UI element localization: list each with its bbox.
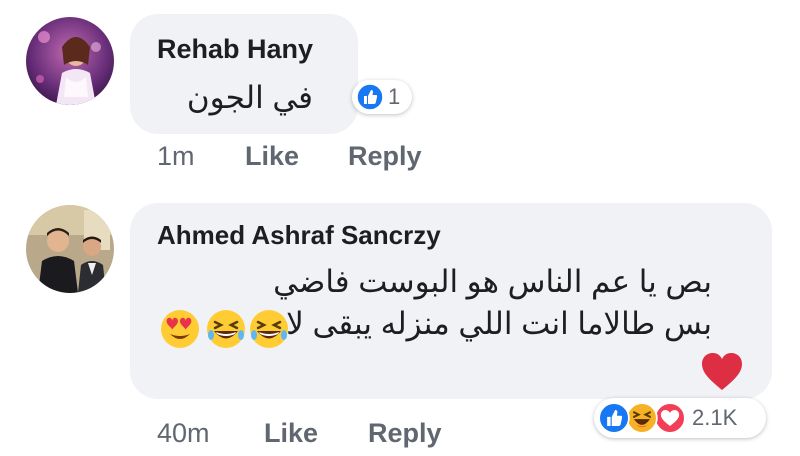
reaction-count-1: 1: [388, 84, 401, 109]
reaction-summary-1[interactable]: 1: [352, 80, 412, 114]
comment-bubble-1: [130, 14, 358, 134]
comment-author-2[interactable]: Ahmed Ashraf Sancrzy: [157, 220, 441, 251]
avatar-rehab-hany[interactable]: [26, 17, 114, 105]
comment-timestamp-2[interactable]: 40m: [157, 418, 210, 449]
red-heart-emoji: [700, 352, 744, 397]
comment-text-2-line-1: بص يا عم الناس هو البوست فاضي: [273, 264, 712, 299]
reaction-summary-2[interactable]: 2.1K: [594, 398, 766, 438]
comment-text-2-line-2: بس طالاما انت اللي منزله يبقى لاف: [254, 306, 712, 341]
comment-author-1[interactable]: Rehab Hany: [157, 34, 313, 65]
like-icon: [356, 83, 384, 111]
like-button-2[interactable]: Like: [264, 418, 318, 449]
avatar-photo: [26, 17, 114, 105]
grinning-squinting-emoji: [205, 308, 247, 355]
like-icon: [598, 402, 630, 434]
heart-eyes-emoji: [159, 308, 201, 355]
reply-button-2[interactable]: Reply: [368, 418, 442, 449]
comment-timestamp-1[interactable]: 1m: [157, 141, 195, 172]
avatar-photo: [26, 205, 114, 293]
love-icon: [654, 402, 686, 434]
haha-icon: [626, 402, 658, 434]
avatar-ahmed-ashraf[interactable]: [26, 205, 114, 293]
reply-button-1[interactable]: Reply: [348, 141, 422, 172]
reaction-count-2: 2.1K: [692, 405, 738, 430]
comment-thread: Rehab Hany في الجون 1 1m Like Reply Ahme: [0, 0, 800, 456]
grinning-squinting-emoji: [248, 308, 290, 355]
comment-text-1: في الجون: [186, 80, 313, 115]
like-button-1[interactable]: Like: [245, 141, 299, 172]
